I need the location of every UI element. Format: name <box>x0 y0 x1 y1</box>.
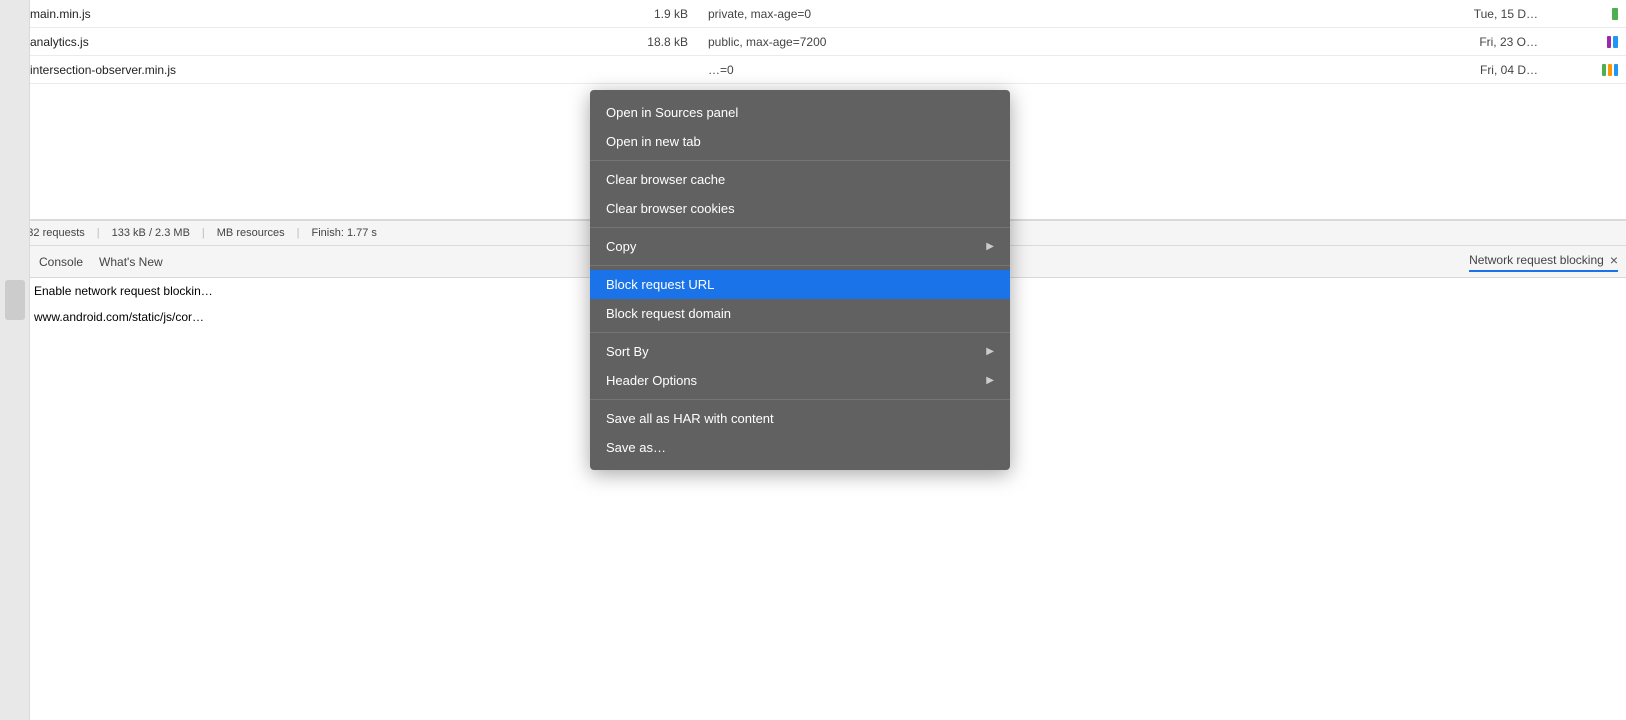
row-cache-cell: public, max-age=7200 <box>688 35 1398 49</box>
submenu-arrow-icon: ▶ <box>986 241 994 252</box>
row-size-cell: 1.9 kB <box>588 7 688 21</box>
row-size-cell: 18.8 kB <box>588 35 688 49</box>
submenu-arrow-icon: ▶ <box>986 346 994 357</box>
row-name-cell: main.min.js <box>8 6 588 22</box>
menu-item-clear-cookies[interactable]: Clear browser cookies <box>590 194 1010 223</box>
row-cache-cell: …=0 <box>688 63 1398 77</box>
menu-item-open-sources[interactable]: Open in Sources panel <box>590 98 1010 127</box>
row-waterfall-cell <box>1538 8 1618 20</box>
row-waterfall-cell <box>1538 64 1618 76</box>
separator: | <box>202 227 205 239</box>
tab-whats-new[interactable]: What's New <box>99 251 163 273</box>
waterfall-bar <box>1602 64 1606 76</box>
menu-section-save: Save all as HAR with content Save as… <box>590 400 1010 466</box>
separator: | <box>297 227 300 239</box>
menu-section-clear: Clear browser cache Clear browser cookie… <box>590 161 1010 228</box>
menu-item-label: Save all as HAR with content <box>606 411 774 426</box>
menu-item-label: Clear browser cookies <box>606 201 735 216</box>
waterfall-bar <box>1607 36 1611 48</box>
menu-item-header-options[interactable]: Header Options ▶ <box>590 366 1010 395</box>
blocking-label: Enable network request blockin… <box>34 284 213 298</box>
menu-item-copy[interactable]: Copy ▶ <box>590 232 1010 261</box>
waterfall-bar <box>1608 64 1612 76</box>
menu-item-label: Block request domain <box>606 306 731 321</box>
table-row[interactable]: analytics.js 18.8 kB public, max-age=720… <box>0 28 1626 56</box>
menu-item-label: Open in Sources panel <box>606 105 738 120</box>
menu-item-label: Header Options <box>606 373 697 388</box>
menu-item-block-domain[interactable]: Block request domain <box>590 299 1010 328</box>
menu-item-save-har[interactable]: Save all as HAR with content <box>590 404 1010 433</box>
menu-item-label: Sort By <box>606 344 649 359</box>
waterfall-bar <box>1614 64 1618 76</box>
menu-section-sort: Sort By ▶ Header Options ▶ <box>590 333 1010 400</box>
row-date-cell: Fri, 04 D… <box>1398 63 1538 77</box>
row-date-cell: Tue, 15 D… <box>1398 7 1538 21</box>
tab-network-blocking[interactable]: Network request blocking × <box>1469 252 1618 272</box>
submenu-arrow-icon: ▶ <box>986 375 994 386</box>
file-name: main.min.js <box>30 7 91 21</box>
menu-section-open: Open in Sources panel Open in new tab <box>590 94 1010 161</box>
file-name: intersection-observer.min.js <box>30 63 176 77</box>
blocking-url: www.android.com/static/js/cor… <box>34 310 204 324</box>
left-sidebar <box>0 0 30 720</box>
row-name-cell: analytics.js <box>8 34 588 50</box>
row-date-cell: Fri, 23 O… <box>1398 35 1538 49</box>
sidebar-drag-handle[interactable] <box>5 280 25 320</box>
finish-time: Finish: 1.77 s <box>311 227 376 239</box>
menu-item-label: Block request URL <box>606 277 714 292</box>
context-menu: Open in Sources panel Open in new tab Cl… <box>590 90 1010 470</box>
transfer-size: 133 kB / 2.3 MB <box>112 227 190 239</box>
row-waterfall-cell <box>1538 36 1618 48</box>
menu-item-block-url[interactable]: Block request URL <box>590 270 1010 299</box>
menu-item-label: Save as… <box>606 440 666 455</box>
file-name: analytics.js <box>30 35 89 49</box>
menu-item-open-tab[interactable]: Open in new tab <box>590 127 1010 156</box>
waterfall-bar <box>1613 36 1618 48</box>
separator: | <box>97 227 100 239</box>
network-panel: main.min.js 1.9 kB private, max-age=0 Tu… <box>0 0 1626 720</box>
menu-item-label: Clear browser cache <box>606 172 725 187</box>
row-name-cell: intersection-observer.min.js <box>8 62 588 78</box>
menu-item-label: Copy <box>606 239 636 254</box>
network-blocking-label: Network request blocking <box>1469 253 1604 267</box>
resources: MB resources <box>217 227 285 239</box>
menu-item-label: Open in new tab <box>606 134 701 149</box>
row-cache-cell: private, max-age=0 <box>688 7 1398 21</box>
menu-section-block: Block request URL Block request domain <box>590 266 1010 333</box>
menu-item-save-as[interactable]: Save as… <box>590 433 1010 462</box>
table-row[interactable]: intersection-observer.min.js …=0 Fri, 04… <box>0 56 1626 84</box>
menu-item-clear-cache[interactable]: Clear browser cache <box>590 165 1010 194</box>
table-row[interactable]: main.min.js 1.9 kB private, max-age=0 Tu… <box>0 0 1626 28</box>
menu-section-copy: Copy ▶ <box>590 228 1010 266</box>
close-tab-button[interactable]: × <box>1610 252 1618 268</box>
waterfall-bar <box>1612 8 1618 20</box>
menu-item-sort-by[interactable]: Sort By ▶ <box>590 337 1010 366</box>
tab-console[interactable]: Console <box>39 251 83 273</box>
